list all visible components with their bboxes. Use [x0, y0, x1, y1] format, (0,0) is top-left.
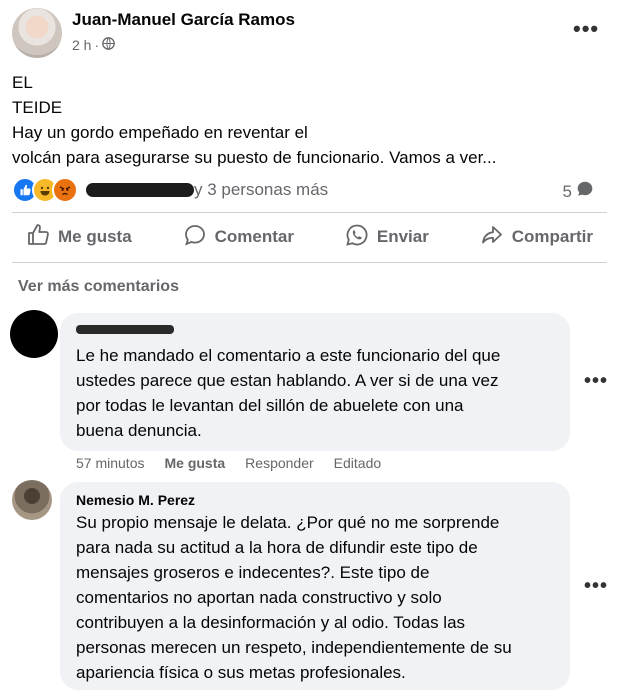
- comment-line: comentarios no aportan nada constructivo…: [76, 588, 442, 607]
- share-label: Compartir: [511, 227, 593, 246]
- see-more-comments-link[interactable]: Ver más comentarios: [18, 278, 179, 296]
- reactions-others-text[interactable]: y 3 personas más: [194, 180, 328, 200]
- comment-count[interactable]: 5: [563, 180, 594, 203]
- comment-meta: 57 minutos Me gusta Responder Editado: [76, 455, 381, 471]
- thumbs-up-icon: [26, 223, 50, 252]
- divider-bottom: [12, 262, 607, 263]
- post-line: Hay un gordo empeñado en reventar el: [12, 123, 308, 142]
- redacted-commenter-name: [76, 325, 174, 334]
- comment-line: mensajes groseros e indecentes?. Este ti…: [76, 563, 430, 582]
- share-arrow-icon: [480, 223, 504, 252]
- comment-like-button[interactable]: Me gusta: [164, 455, 225, 471]
- commenter-avatar[interactable]: [10, 310, 58, 358]
- angry-reaction-icon: [52, 177, 78, 203]
- like-button[interactable]: Me gusta: [12, 223, 146, 252]
- like-label: Me gusta: [58, 227, 132, 246]
- meta-separator: ·: [94, 37, 100, 53]
- comment-edited-label: Editado: [333, 455, 382, 471]
- more-horizontal-icon[interactable]: •••: [573, 18, 599, 40]
- commenter-avatar[interactable]: [12, 480, 52, 520]
- comment-bubble: Nemesio M. Perez Su propio mensaje le de…: [60, 482, 570, 690]
- globe-icon: [102, 37, 115, 53]
- comment-bubble-icon: [576, 180, 594, 203]
- comment-line: apariencia física o sus metas profesiona…: [76, 663, 406, 682]
- comment-line: para nada su actitud a la hora de difund…: [76, 538, 478, 557]
- comment-line: buena denuncia.: [76, 421, 202, 440]
- redacted-name: [86, 183, 194, 197]
- comment-label: Comentar: [214, 227, 294, 246]
- post-body: EL TEIDE Hay un gordo empeñado en revent…: [12, 70, 592, 170]
- post-meta: 2 h ·: [72, 37, 115, 53]
- comment-line: Le he mandado el comentario a este funci…: [76, 346, 501, 365]
- comment-icon: [183, 223, 207, 252]
- comment-time[interactable]: 57 minutos: [76, 455, 144, 471]
- comment-line: contribuyen a la desinformación y al odi…: [76, 613, 466, 632]
- post-line: volcán para asegurarse su puesto de func…: [12, 148, 497, 167]
- comment-count-value: 5: [562, 181, 572, 201]
- action-bar: Me gusta Comentar Enviar Compartir: [12, 214, 607, 260]
- share-button[interactable]: Compartir: [466, 223, 607, 252]
- comment-button[interactable]: Comentar: [169, 223, 308, 252]
- comment-more-icon[interactable]: •••: [584, 370, 608, 393]
- comment-author[interactable]: Nemesio M. Perez: [76, 492, 195, 508]
- author-avatar[interactable]: [12, 8, 62, 58]
- reactions-summary[interactable]: y 3 personas más: [12, 177, 328, 203]
- comment-text: Su propio mensaje le delata. ¿Por qué no…: [76, 510, 512, 685]
- comment-line: por todas le levantan del sillón de abue…: [76, 396, 464, 415]
- comment-line: personas merecen un respeto, independien…: [76, 638, 512, 657]
- whatsapp-icon: [345, 223, 369, 252]
- post-time[interactable]: 2 h: [72, 37, 91, 53]
- comment-line: Su propio mensaje le delata. ¿Por qué no…: [76, 513, 500, 532]
- comment-bubble: Le he mandado el comentario a este funci…: [60, 313, 570, 451]
- comment-reply-button[interactable]: Responder: [245, 455, 314, 471]
- comment-more-icon[interactable]: •••: [584, 575, 608, 598]
- post-line: TEIDE: [12, 98, 63, 117]
- post-line: EL: [12, 73, 33, 92]
- send-label: Enviar: [376, 227, 429, 246]
- post-author-name[interactable]: Juan-Manuel García Ramos: [72, 10, 295, 30]
- comment-text: Le he mandado el comentario a este funci…: [76, 343, 500, 443]
- send-button[interactable]: Enviar: [331, 223, 443, 252]
- divider-top: [12, 212, 607, 213]
- comment-line: ustedes parece que estan hablando. A ver…: [76, 371, 499, 390]
